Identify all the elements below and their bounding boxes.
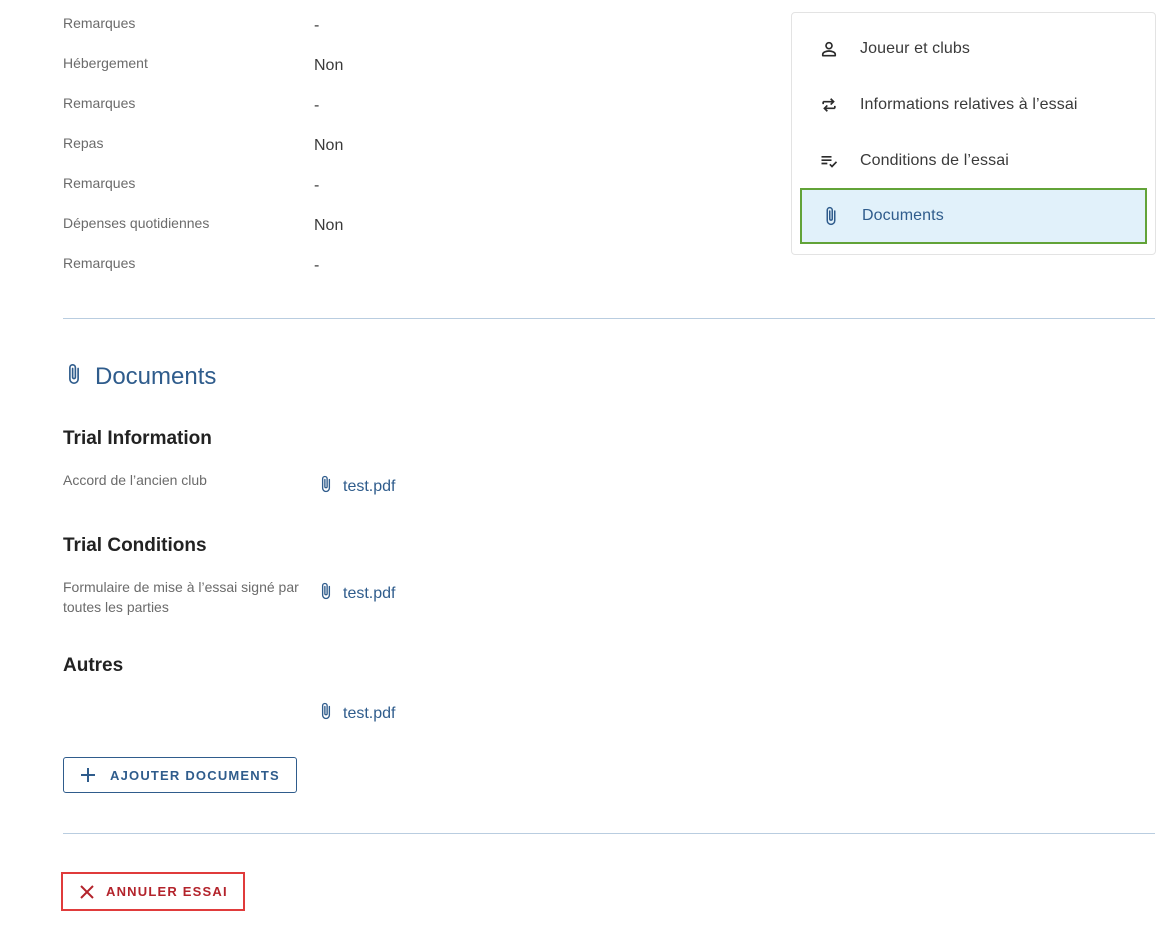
nav-item-trial-conditions[interactable]: Conditions de l’essai (800, 133, 1147, 189)
paperclip-icon (317, 579, 335, 608)
detail-label: Remarques (63, 15, 136, 31)
divider (63, 833, 1155, 834)
detail-label: Remarques (63, 255, 136, 271)
close-icon (80, 884, 94, 899)
group-heading: Trial Information (63, 428, 212, 449)
plus-icon (80, 767, 96, 783)
detail-label: Remarques (63, 95, 136, 111)
paperclip-icon (317, 472, 335, 501)
detail-value: - (314, 97, 320, 114)
checklist-icon (818, 150, 840, 172)
document-filename: test.pdf (343, 477, 396, 495)
documents-section-title: Documents (63, 360, 216, 393)
document-label: Formulaire de mise à l’essai signé par t… (63, 579, 299, 615)
nav-item-label: Conditions de l’essai (860, 152, 1009, 169)
section-title-text: Documents (95, 362, 217, 390)
swap-icon (818, 94, 840, 116)
nav-item-trial-info[interactable]: Informations relatives à l’essai (800, 77, 1147, 133)
detail-label: Dépenses quotidiennes (63, 215, 210, 231)
document-filename: test.pdf (343, 704, 396, 722)
divider (63, 318, 1155, 319)
detail-label: Hébergement (63, 55, 148, 71)
paperclip-icon (820, 205, 842, 227)
document-label: Accord de l’ancien club (63, 472, 207, 488)
detail-label: Repas (63, 135, 104, 151)
paperclip-icon (63, 360, 85, 393)
group-heading: Autres (63, 655, 124, 676)
detail-value: - (314, 177, 320, 194)
nav-item-label: Informations relatives à l’essai (860, 96, 1078, 113)
add-documents-label: AJOUTER DOCUMENTS (110, 767, 280, 783)
section-nav: Joueur et clubs Informations relatives à… (791, 12, 1156, 255)
detail-label: Remarques (63, 175, 136, 191)
paperclip-icon (317, 699, 335, 728)
document-link[interactable]: test.pdf (317, 472, 395, 501)
nav-item-player-clubs[interactable]: Joueur et clubs (800, 21, 1147, 77)
add-documents-button[interactable]: AJOUTER DOCUMENTS (63, 757, 297, 793)
cancel-trial-label: ANNULER ESSAI (106, 884, 228, 899)
nav-item-label: Documents (862, 207, 944, 224)
document-filename: test.pdf (343, 584, 396, 602)
detail-value: - (314, 257, 320, 274)
detail-value: Non (314, 137, 344, 154)
document-link[interactable]: test.pdf (317, 699, 395, 728)
nav-item-label: Joueur et clubs (860, 40, 971, 57)
detail-value: Non (314, 217, 344, 234)
detail-value: Non (314, 57, 344, 74)
nav-item-documents[interactable]: Documents (800, 188, 1147, 244)
detail-value: - (314, 17, 320, 34)
person-icon (818, 38, 840, 60)
cancel-trial-button[interactable]: ANNULER ESSAI (61, 872, 245, 911)
group-heading: Trial Conditions (63, 535, 207, 556)
document-link[interactable]: test.pdf (317, 579, 395, 608)
